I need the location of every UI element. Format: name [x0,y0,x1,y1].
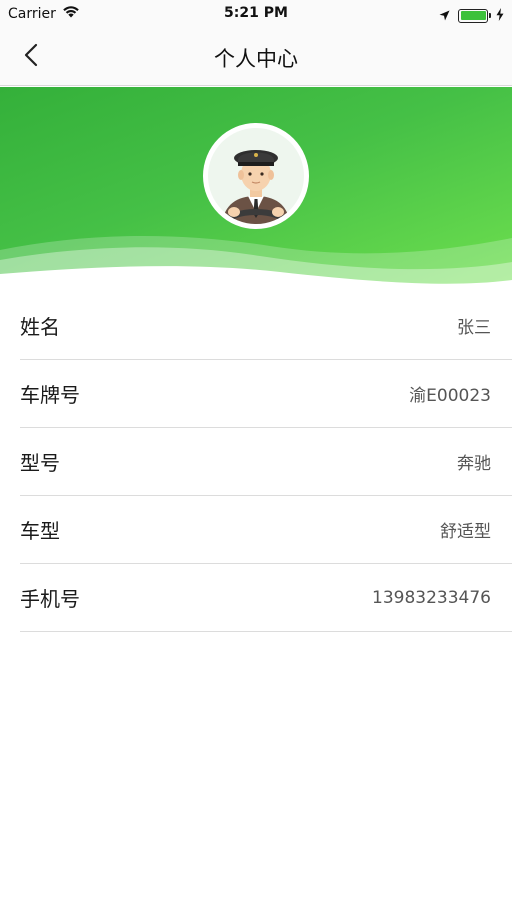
profile-info-list: 姓名 张三 车牌号 渝E00023 型号 奔驰 车型 舒适型 手机号 13983… [0,292,512,632]
location-arrow-icon [439,6,450,25]
info-row-phone: 手机号 13983233476 [20,564,512,632]
model-value: 奔驰 [457,454,491,474]
status-right-group [439,6,504,25]
avatar[interactable] [203,123,309,229]
navigation-bar: 个人中心 [0,28,512,86]
plate-number-label: 车牌号 [20,383,80,407]
info-row-name: 姓名 张三 [20,292,512,360]
phone-value: 13983233476 [372,587,491,608]
page-title: 个人中心 [214,47,298,71]
vehicle-type-value: 舒适型 [440,522,491,542]
battery-icon [458,8,491,23]
name-label: 姓名 [20,315,60,339]
info-row-plate-number: 车牌号 渝E00023 [20,360,512,428]
status-time: 5:21 PM [224,5,288,21]
driver-avatar-icon [208,128,304,224]
profile-header-banner [0,87,512,292]
phone-label: 手机号 [20,587,80,611]
charging-bolt-icon [496,6,504,25]
info-row-vehicle-type: 车型 舒适型 [20,496,512,564]
model-label: 型号 [20,451,60,475]
name-value: 张三 [457,318,491,338]
vehicle-type-label: 车型 [20,519,60,543]
plate-number-value: 渝E00023 [409,386,491,406]
info-row-model: 型号 奔驰 [20,428,512,496]
status-bar: Carrier 5:21 PM [0,0,512,28]
